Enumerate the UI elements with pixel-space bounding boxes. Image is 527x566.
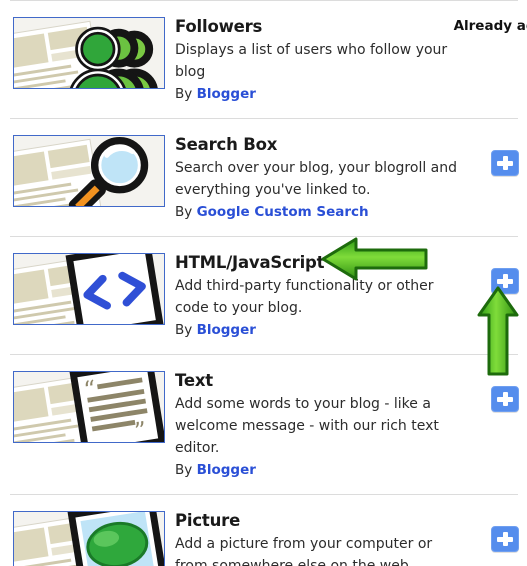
gadget-list[interactable]: Followers Already added Displays a list of…: [0, 0, 527, 566]
gadget-details: Text Add some words to your blog - like a…: [175, 371, 519, 481]
gadget-description: Add a picture from your computer or from…: [175, 536, 433, 566]
gadget-row[interactable]: HTML/JavaScript Add third-party functiona…: [10, 236, 519, 354]
quote-document-icon: “”: [14, 372, 164, 442]
gadget-details: HTML/JavaScript Add third-party functiona…: [175, 253, 519, 341]
gadget-title[interactable]: Text: [175, 371, 213, 391]
gadget-details: Picture Add a picture from your computer …: [175, 511, 519, 566]
by-label: By: [175, 204, 193, 220]
gadget-row[interactable]: Picture Add a picture from your computer …: [10, 494, 519, 566]
gadget-thumbnail[interactable]: [13, 135, 165, 207]
magnifying-glass-icon: [14, 136, 164, 206]
by-label: By: [175, 322, 193, 338]
add-gadget-button[interactable]: [491, 526, 519, 552]
gadget-details: Followers Already added Displays a list of…: [175, 17, 527, 105]
gadget-author-line: By Google Custom Search: [175, 201, 464, 223]
gadget-row[interactable]: Search Box Search over your blog, your bl…: [10, 118, 519, 236]
gadget-author-line: By Blogger: [175, 319, 464, 341]
add-gadget-button[interactable]: [491, 150, 519, 176]
gadget-description: Search over your blog, your blogroll and…: [175, 160, 458, 198]
gadget-thumbnail[interactable]: [13, 17, 165, 89]
gadget-description: Displays a list of users who follow your…: [175, 42, 448, 80]
gadget-author-line: By Blogger: [175, 459, 464, 481]
status-badge: Already added: [453, 18, 527, 34]
by-label: By: [175, 86, 193, 102]
followers-people-icon: [14, 18, 164, 88]
code-brackets-icon: [14, 254, 164, 324]
author-link[interactable]: Google Custom Search: [197, 204, 369, 220]
gadget-thumbnail[interactable]: “”: [13, 371, 165, 443]
gadget-description: Add some words to your blog - like a wel…: [175, 396, 439, 456]
by-label: By: [175, 462, 193, 478]
gadget-title[interactable]: Followers: [175, 17, 262, 37]
gadget-title[interactable]: Picture: [175, 511, 240, 531]
author-link[interactable]: Blogger: [197, 86, 256, 102]
gadget-row[interactable]: Followers Already added Displays a list of…: [10, 0, 527, 118]
add-gadget-button[interactable]: [491, 386, 519, 412]
author-link[interactable]: Blogger: [197, 322, 256, 338]
add-gadget-button[interactable]: [491, 268, 519, 294]
gadget-title[interactable]: HTML/JavaScript: [175, 253, 325, 273]
gadget-details: Search Box Search over your blog, your bl…: [175, 135, 519, 223]
author-link[interactable]: Blogger: [197, 462, 256, 478]
tree-photo-icon: [14, 512, 164, 566]
gadget-thumbnail[interactable]: [13, 511, 165, 566]
gadget-description: Add third-party functionality or other c…: [175, 278, 434, 316]
gadget-author-line: By Blogger: [175, 83, 464, 105]
gadget-thumbnail[interactable]: [13, 253, 165, 325]
gadget-row[interactable]: “” Text Add some words to your blog - like…: [10, 354, 519, 494]
gadget-title[interactable]: Search Box: [175, 135, 277, 155]
